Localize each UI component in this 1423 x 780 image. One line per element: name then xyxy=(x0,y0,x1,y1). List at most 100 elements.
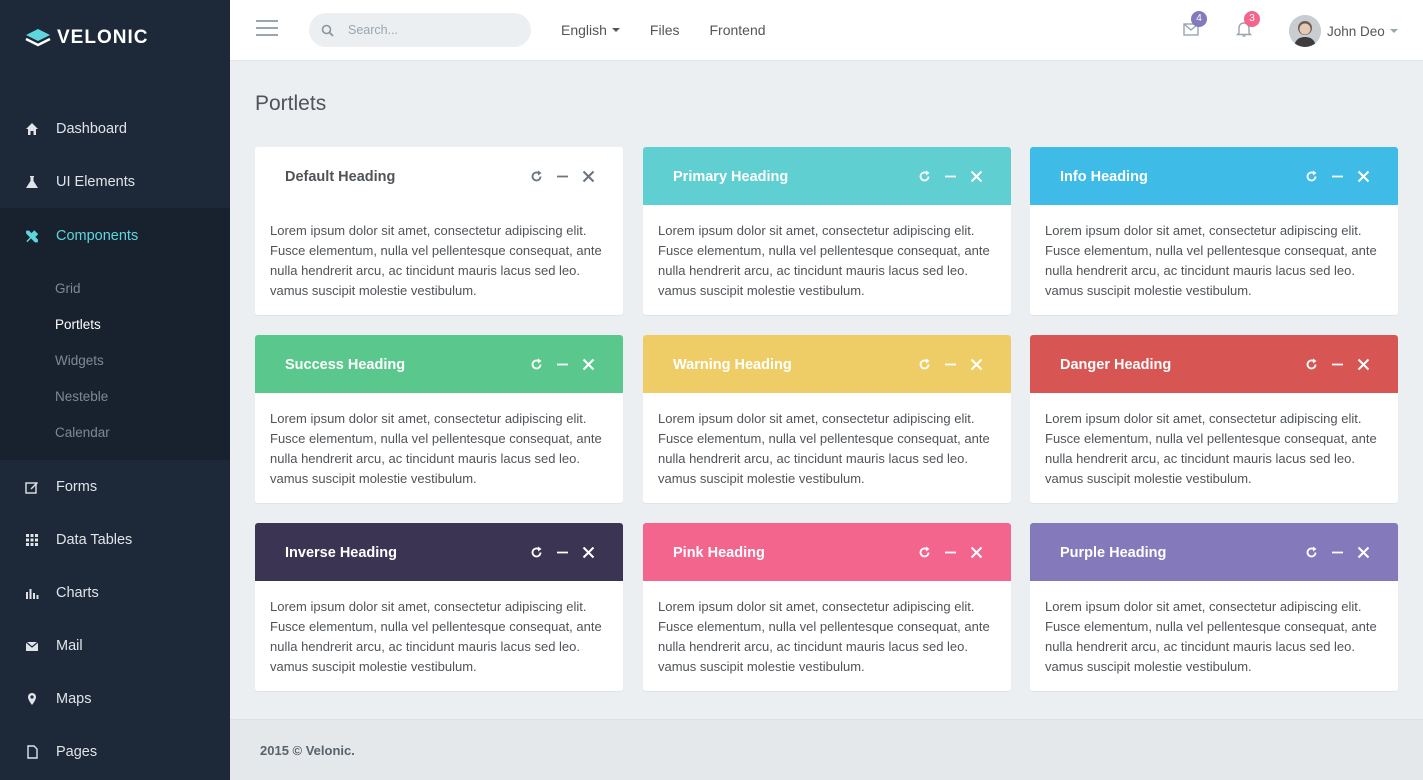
refresh-icon[interactable] xyxy=(1304,357,1318,371)
sidebar-item-components[interactable]: Components xyxy=(0,208,230,264)
refresh-icon[interactable] xyxy=(529,169,543,183)
portlet-heading: Default Heading xyxy=(255,147,623,205)
portlet-heading: Pink Heading xyxy=(643,523,1011,581)
portlet-body: Lorem ipsum dolor sit amet, consectetur … xyxy=(270,223,602,298)
notifications-button[interactable]: 3 xyxy=(1235,11,1260,40)
notifications-badge: 3 xyxy=(1244,11,1260,27)
portlet-heading: Inverse Heading xyxy=(255,523,623,581)
minimize-icon[interactable] xyxy=(555,357,569,371)
portlet-body: Lorem ipsum dolor sit amet, consectetur … xyxy=(658,599,990,674)
portlet: Default Heading Lorem ipsum dolor sit ame… xyxy=(255,147,623,315)
refresh-icon[interactable] xyxy=(1304,545,1318,559)
caret-down-icon xyxy=(1389,29,1398,33)
user-name: John Deo xyxy=(1327,23,1385,39)
refresh-icon[interactable] xyxy=(917,357,931,371)
minimize-icon[interactable] xyxy=(1330,357,1344,371)
portlet: Warning Heading Lorem ipsum dolor sit ame… xyxy=(643,335,1011,503)
flask-icon xyxy=(25,175,39,189)
frontend-link[interactable]: Frontend xyxy=(709,22,765,38)
close-icon[interactable] xyxy=(969,545,983,559)
sidebar-nav: Dashboard UI Elements Components Grid Po… xyxy=(0,102,230,778)
sidebar-item-ui-elements[interactable]: UI Elements xyxy=(0,155,230,208)
language-dropdown[interactable]: English xyxy=(561,22,620,38)
portlet-body: Lorem ipsum dolor sit amet, consectetur … xyxy=(270,411,602,486)
portlet: Purple Heading Lorem ipsum dolor sit amet… xyxy=(1030,523,1398,691)
portlet-heading: Danger Heading xyxy=(1030,335,1398,393)
submenu-item-nesteble[interactable]: Nesteble xyxy=(0,378,230,414)
refresh-icon[interactable] xyxy=(529,545,543,559)
files-link[interactable]: Files xyxy=(650,22,680,38)
search-icon xyxy=(321,24,334,37)
sidebar-item-label: Maps xyxy=(56,690,92,707)
components-submenu: Grid Portlets Widgets Nesteble Calendar xyxy=(0,264,230,460)
close-icon[interactable] xyxy=(969,357,983,371)
sidebar-item-label: Pages xyxy=(56,743,98,760)
portlet-body: Lorem ipsum dolor sit amet, consectetur … xyxy=(658,411,990,486)
refresh-icon[interactable] xyxy=(917,545,931,559)
minimize-icon[interactable] xyxy=(555,169,569,183)
portlet-title: Purple Heading xyxy=(1060,545,1167,561)
grid-icon xyxy=(25,533,39,547)
menu-toggle-icon[interactable] xyxy=(256,20,278,36)
topbar: English Files Frontend 4 3 John Deo xyxy=(230,0,1423,61)
layers-icon xyxy=(25,29,51,47)
portlet-title: Info Heading xyxy=(1060,169,1148,185)
sidebar-item-label: Mail xyxy=(56,637,83,654)
map-pin-icon xyxy=(25,692,39,706)
close-icon[interactable] xyxy=(969,169,983,183)
sidebar-item-label: Data Tables xyxy=(56,531,133,548)
minimize-icon[interactable] xyxy=(1330,545,1344,559)
sidebar-item-forms[interactable]: Forms xyxy=(0,460,230,513)
submenu-item-portlets[interactable]: Portlets xyxy=(0,306,230,342)
portlet-tools xyxy=(917,357,983,371)
refresh-icon[interactable] xyxy=(529,357,543,371)
minimize-icon[interactable] xyxy=(943,357,957,371)
sidebar-item-dashboard[interactable]: Dashboard xyxy=(0,102,230,155)
portlet: Info Heading Lorem ipsum dolor sit amet, … xyxy=(1030,147,1398,315)
sidebar-item-charts[interactable]: Charts xyxy=(0,566,230,619)
mail-icon xyxy=(25,639,39,653)
refresh-icon[interactable] xyxy=(917,169,931,183)
portlet-title: Inverse Heading xyxy=(285,545,398,561)
minimize-icon[interactable] xyxy=(943,169,957,183)
messages-badge: 4 xyxy=(1191,11,1207,27)
page-icon xyxy=(25,744,39,759)
sidebar-item-mail[interactable]: Mail xyxy=(0,619,230,672)
minimize-icon[interactable] xyxy=(1330,169,1344,183)
search-input[interactable] xyxy=(348,23,518,37)
portlet-title: Success Heading xyxy=(285,357,406,373)
minimize-icon[interactable] xyxy=(555,545,569,559)
sidebar-item-label: Dashboard xyxy=(56,120,127,137)
brand-logo[interactable]: VELONIC xyxy=(0,0,230,76)
close-icon[interactable] xyxy=(1356,169,1370,183)
messages-button[interactable]: 4 xyxy=(1182,11,1207,40)
portlet-tools xyxy=(529,169,595,183)
sidebar-item-label: Forms xyxy=(56,478,98,495)
sidebar-item-maps[interactable]: Maps xyxy=(0,672,230,725)
close-icon[interactable] xyxy=(1356,545,1370,559)
close-icon[interactable] xyxy=(581,357,595,371)
portlet-title: Pink Heading xyxy=(673,545,765,561)
portlet-heading: Warning Heading xyxy=(643,335,1011,393)
close-icon[interactable] xyxy=(581,169,595,183)
portlet-heading: Info Heading xyxy=(1030,147,1398,205)
user-menu[interactable]: John Deo xyxy=(1289,14,1398,48)
submenu-item-grid[interactable]: Grid xyxy=(0,270,230,306)
edit-icon xyxy=(25,480,39,494)
portlet: Primary Heading Lorem ipsum dolor sit ame… xyxy=(643,147,1011,315)
portlet: Inverse Heading Lorem ipsum dolor sit ame… xyxy=(255,523,623,691)
close-icon[interactable] xyxy=(1356,357,1370,371)
submenu-item-widgets[interactable]: Widgets xyxy=(0,342,230,378)
sidebar-item-data-tables[interactable]: Data Tables xyxy=(0,513,230,566)
portlet-tools xyxy=(1304,169,1370,183)
close-icon[interactable] xyxy=(581,545,595,559)
minimize-icon[interactable] xyxy=(943,545,957,559)
submenu-item-calendar[interactable]: Calendar xyxy=(0,414,230,450)
portlet-body: Lorem ipsum dolor sit amet, consectetur … xyxy=(270,599,602,674)
portlet-title: Danger Heading xyxy=(1060,357,1172,373)
page-title: Portlets xyxy=(255,92,327,115)
sidebar-item-pages[interactable]: Pages xyxy=(0,725,230,778)
portlet-tools xyxy=(917,545,983,559)
bar-chart-icon xyxy=(25,586,39,600)
refresh-icon[interactable] xyxy=(1304,169,1318,183)
